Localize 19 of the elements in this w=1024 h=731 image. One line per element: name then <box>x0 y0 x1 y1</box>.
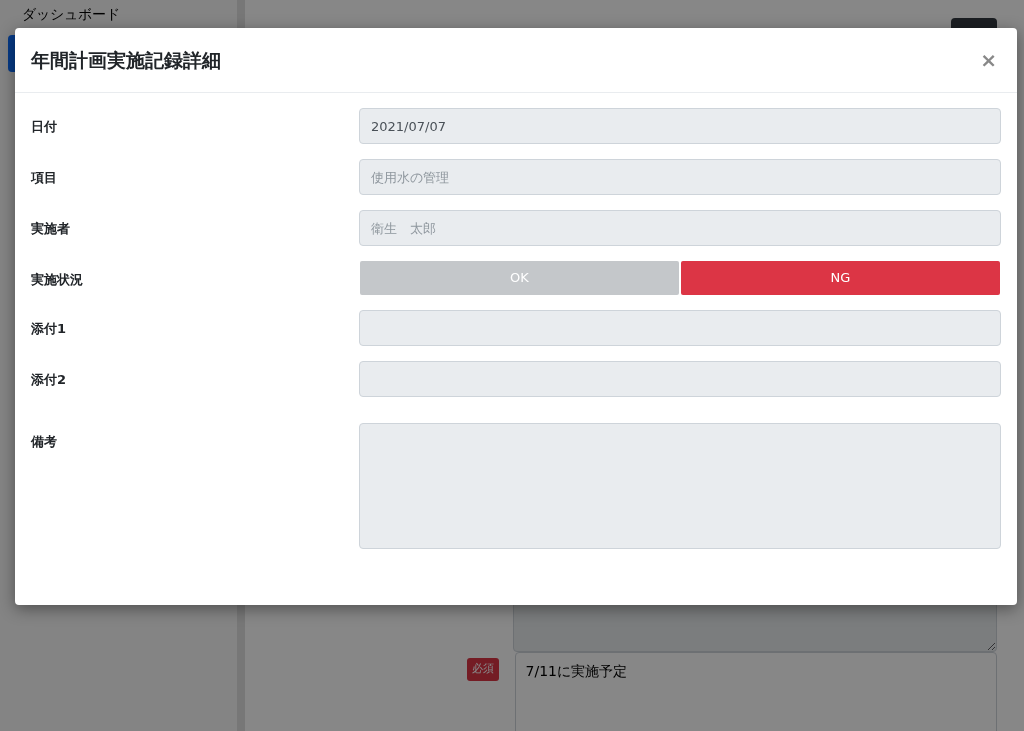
input-field[interactable]: 衛生 太郎 <box>359 210 1001 246</box>
required-badge: 必須 <box>466 658 499 681</box>
close-button[interactable]: × <box>976 45 1001 75</box>
text-area[interactable]: 7/11に実施予定 <box>514 652 997 731</box>
status-option[interactable]: NG <box>681 261 1000 295</box>
field-label: 項目 <box>31 169 58 187</box>
input-field[interactable]: 使用水の管理 <box>359 159 1001 195</box>
field-label: 備考 <box>31 433 58 451</box>
field-label: 日付 <box>31 118 58 136</box>
input-field[interactable]: 2021/07/07 <box>359 108 1001 144</box>
field-label: 添付1 <box>31 320 68 338</box>
sidebar-item[interactable]: ダッシュボード <box>0 3 237 25</box>
input-field[interactable] <box>359 310 1001 346</box>
modal-title: 年間計画実施記録詳細 <box>31 48 221 72</box>
field-label: 実施状況 <box>31 271 84 289</box>
field-label: 実施者 <box>31 220 71 238</box>
input-field[interactable] <box>359 361 1001 397</box>
text-area[interactable] <box>359 423 1001 549</box>
field-label: 添付2 <box>31 371 68 389</box>
